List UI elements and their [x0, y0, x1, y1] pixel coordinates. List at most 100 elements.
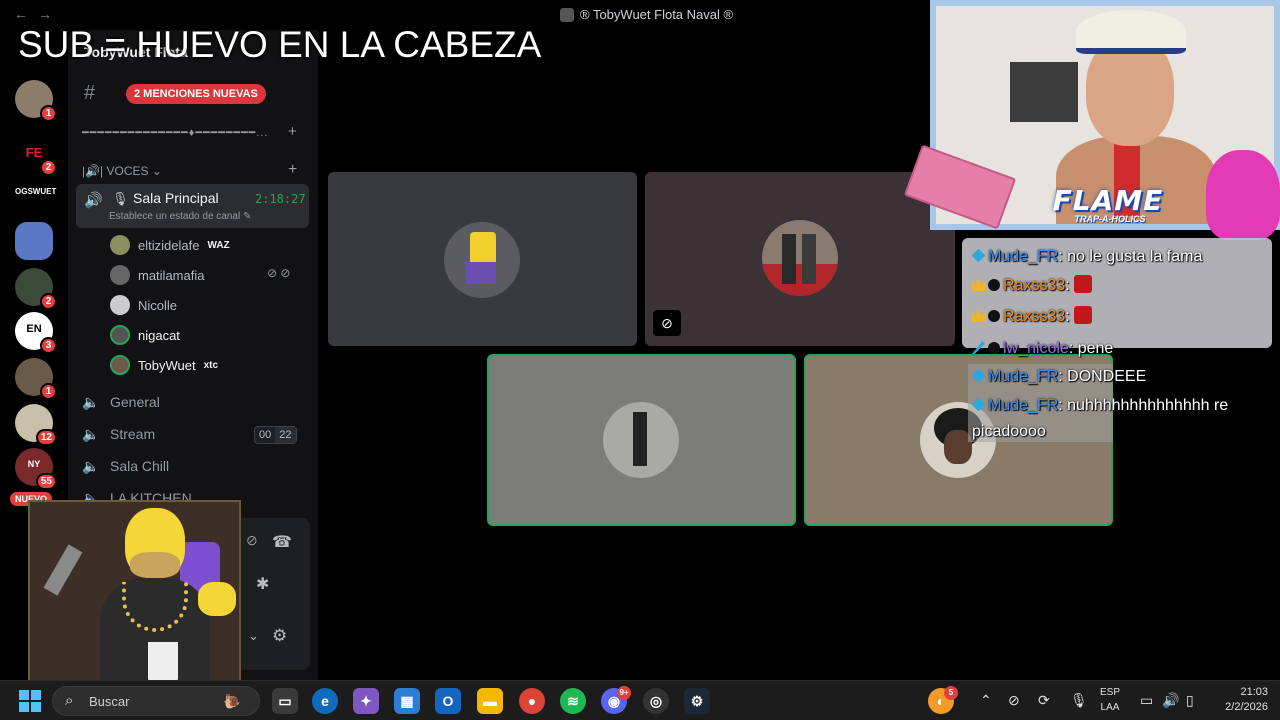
search-icon: ⌕ [65, 692, 74, 709]
video-tile[interactable] [328, 172, 637, 346]
voice-channel-sala-chill[interactable]: 🔈 Sala Chill [82, 455, 169, 477]
video-tile-speaking[interactable] [487, 354, 796, 526]
mouse-icon [988, 310, 1000, 322]
network-icon[interactable]: ▭ [1140, 692, 1153, 709]
server-icon-1[interactable]: 1 [15, 80, 57, 122]
app-root: ← → ® TobyWuet Flota Naval ® 1 FE 2 OGSWU… [0, 0, 1280, 720]
speaker-icon: 🔊 [84, 192, 103, 209]
muted-deafened-icon: ⊘ ⊘ [267, 266, 291, 280]
unread-badge: 55 [35, 473, 57, 490]
notification-app-icon[interactable]: ◐ 5 [928, 686, 958, 714]
mentions-pill[interactable]: 2 MENCIONES NUEVAS [126, 84, 266, 104]
chevron-down-icon: ⌄ [151, 164, 162, 178]
voice-member[interactable]: eltizidelafe WAZ [110, 233, 230, 257]
voice-member[interactable]: nigacat [110, 323, 180, 347]
emote-icon [1074, 275, 1093, 293]
add-channel-icon[interactable]: + [288, 161, 297, 179]
cube-icon [971, 397, 986, 412]
voice-channel-general[interactable]: 🔈 General [82, 391, 160, 413]
add-channel-icon[interactable]: + [288, 123, 298, 140]
forward-icon[interactable]: → [38, 6, 52, 22]
chat-message: Raxss33: [972, 306, 1093, 328]
speaker-icon: 🔈 [82, 425, 100, 442]
steam-icon[interactable]: ⚙ [684, 688, 710, 714]
edge-icon[interactable]: e [312, 688, 338, 714]
chat-message: Mude_FR: DONDEEE [971, 366, 1146, 388]
chat-message-continuation: picadoooo [972, 423, 1046, 440]
cube-icon [971, 248, 986, 263]
divider-channel[interactable]: ━━━━━━━━━━━━━━♦━━━━━━━━... + [82, 123, 297, 140]
refresh-icon[interactable]: ⟳ [1038, 692, 1050, 709]
unread-badge: 3 [40, 337, 57, 354]
sync-off-icon[interactable]: ⊘ [1008, 692, 1020, 709]
video-tile[interactable]: ⊘ [645, 172, 955, 346]
obs-icon[interactable]: ◎ [643, 688, 669, 714]
user-limit-badge: 00 22 [254, 426, 297, 444]
chevron-down-icon[interactable]: ⌄ [248, 628, 259, 644]
sword-icon [972, 341, 985, 354]
avatar [110, 355, 130, 375]
microphone-icon: 🎙 [112, 191, 129, 206]
disconnect-icon[interactable]: ☎ [272, 532, 292, 552]
server-icon-8[interactable]: 12 [15, 404, 57, 446]
channel-status[interactable]: Establece un estado de canal ✎ [109, 211, 251, 222]
taskbar-search[interactable]: ⌕ Buscar 🐌 [52, 686, 260, 716]
language-indicator[interactable]: ESP LAA [1100, 685, 1120, 715]
server-icon-4[interactable] [15, 222, 53, 260]
volume-icon[interactable]: 🔊 [1162, 692, 1179, 709]
call-timer: 2:18:27 [255, 192, 306, 206]
unread-badge: 5 [944, 686, 958, 700]
server-icon [560, 7, 574, 22]
server-icon-2[interactable]: FE 2 [15, 134, 57, 176]
unread-badge: 9+ [617, 686, 631, 700]
avatar [762, 220, 838, 296]
server-icon-5[interactable]: 2 [15, 268, 57, 310]
voice-member[interactable]: matilamafia [110, 263, 204, 287]
voice-member[interactable]: TobyWuet xtc [110, 353, 218, 377]
chrome-icon[interactable]: ● [519, 688, 545, 714]
chat-message: Mude_FR: nuhhhhhhhhhhhhhh re [971, 395, 1228, 417]
server-icon-7[interactable]: 1 [15, 358, 57, 400]
avatar [444, 222, 520, 298]
voice-channel-sala-principal[interactable]: 🔊 🎙 Sala Principal 2:18:27 Establece un … [76, 184, 309, 228]
snail-icon: 🐌 [223, 693, 241, 709]
unread-badge: 2 [40, 159, 57, 176]
back-icon[interactable]: ← [14, 6, 28, 22]
mouse-icon [988, 279, 1000, 291]
soundboard-icon[interactable]: ✱ [256, 574, 269, 594]
server-icon-6[interactable]: EN 3 [15, 312, 57, 354]
spotify-icon[interactable]: ≋ [560, 688, 586, 714]
file-explorer-icon[interactable]: ▬ [477, 688, 503, 714]
gear-icon[interactable]: ⚙ [272, 626, 287, 646]
outlook-icon[interactable]: O [435, 688, 461, 714]
unread-badge: 2 [40, 293, 57, 310]
activity-icon[interactable]: ⊘ [246, 532, 258, 549]
buddha-sticker [1206, 150, 1280, 240]
avatar [110, 235, 130, 255]
unread-badge: 1 [40, 383, 57, 400]
copilot-icon[interactable]: ✦ [353, 688, 379, 714]
camera-off-icon: ⊘ [653, 310, 681, 336]
server-icon-3[interactable]: OGSWUET [15, 176, 57, 214]
task-view-icon[interactable]: ▭ [272, 688, 298, 714]
chat-message: Mude_FR: no le gusta la fama [971, 246, 1202, 268]
overlay-caption: SUB = HUEVO EN LA CABEZA [18, 24, 542, 65]
voice-channel-stream[interactable]: 🔈 Stream [82, 423, 155, 445]
category-voces[interactable]: |🔊| VOCES ⌄ [82, 164, 162, 178]
unread-badge: 1 [40, 105, 57, 122]
server-label: OGSWUET [15, 187, 57, 196]
microphone-icon[interactable]: 🎙 [1070, 692, 1088, 709]
battery-icon[interactable]: ▯ [1186, 692, 1194, 709]
avatar [110, 325, 130, 345]
chat-message: Raxss33: [972, 275, 1093, 297]
speaker-icon: 🔈 [82, 457, 100, 474]
discord-icon[interactable]: ◉ 9+ [601, 686, 631, 714]
store-icon[interactable]: ▦ [394, 688, 420, 714]
voice-member[interactable]: Nicolle [110, 293, 177, 317]
server-icon-9[interactable]: NY 55 [15, 448, 57, 490]
chevron-up-icon[interactable]: ⌃ [980, 692, 992, 709]
windows-start-icon[interactable] [19, 690, 41, 712]
member-tag: WAZ [207, 239, 230, 251]
avatar [110, 295, 130, 315]
clock[interactable]: 21:03 2/2/2026 [1212, 685, 1268, 715]
